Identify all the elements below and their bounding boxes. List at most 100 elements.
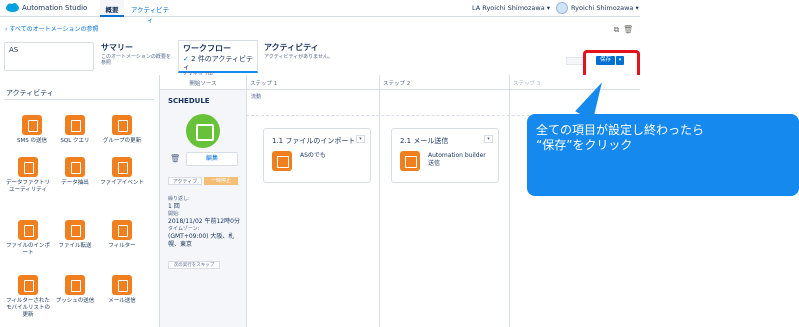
edit-button[interactable]: 編集 — [186, 152, 238, 166]
activity-label: メール送信 — [108, 298, 136, 304]
data-factory-icon — [18, 157, 38, 177]
activity-fire-event[interactable]: ファイアイベント — [98, 157, 146, 187]
workflow-canvas: 開始ソース ステップ 1 ステップ 2 ステップ 3 SCHEDULE 🗑 編集… — [160, 75, 640, 327]
start-value: 2018/11/02 午前12時0分 — [168, 218, 240, 225]
schedule-info: 繰り返し: 1 回 開始: 2018/11/02 午前12時0分 タイムゾーン:… — [168, 196, 246, 249]
app-title: Automation Studio — [22, 4, 88, 12]
step2-activity-card[interactable]: 2.1 メール送信 ▾ Automation builder 送信 — [391, 128, 499, 183]
skip-next-run-button[interactable]: 次の実行をスキップ — [168, 261, 220, 269]
lightning-icon — [112, 157, 132, 177]
push-icon — [65, 275, 85, 295]
workflow-title: ワークフロー — [183, 44, 231, 53]
summary-subtitle: このオートメーションの概要を参照 — [101, 54, 171, 66]
edit-row: 🗑 編集 — [168, 152, 240, 166]
repeat-key: 繰り返し: — [168, 196, 190, 202]
sql-icon — [65, 115, 85, 135]
automation-name-field[interactable]: AS — [4, 42, 94, 71]
workflow-status: ✓ 2 件のアクティビティ — [183, 55, 253, 71]
activity-group-refresh[interactable]: グループの更新 — [98, 115, 146, 145]
trash-icon[interactable]: 🗑 — [170, 154, 180, 163]
top-bar: Automation Studio 概要 アクティビティ LA Ryoichi … — [0, 0, 640, 24]
timezone-value: (GMT+09:00) 大阪、札幌、東京 — [168, 233, 235, 248]
activity-panel-title: アクティビティ — [6, 89, 54, 97]
tab-overview[interactable]: 概要 — [100, 0, 124, 17]
card-text-line2: 送信 — [428, 160, 441, 167]
start-key: 開始: — [168, 211, 180, 217]
activity-label: ファイアイベント — [100, 180, 144, 186]
column-divider — [509, 75, 510, 327]
card-text-line1: Automation builder — [428, 152, 486, 159]
activity-label: ファイルのインポート — [5, 243, 50, 256]
step1-header: ステップ 1 — [246, 75, 379, 90]
column-divider — [379, 75, 380, 327]
file-import-icon — [272, 151, 292, 171]
file-transfer-icon — [65, 220, 85, 240]
calendar-icon[interactable] — [186, 114, 220, 148]
activity-data-extract[interactable]: データ抽出 — [51, 157, 99, 187]
activity-push-send[interactable]: プッシュの送信 — [51, 275, 99, 305]
check-icon: ✓ — [183, 55, 192, 63]
activity-filtered-mobile-list[interactable]: フィルターされたモバイルリストの更新 — [4, 275, 52, 319]
avatar[interactable] — [556, 2, 568, 14]
timezone-key: タイムゾーン: — [168, 226, 200, 232]
instruction-callout: 全ての項目が設定し終わったら “保存”をクリック — [527, 114, 799, 196]
workflow-count: 2 件のアクティビティ — [183, 55, 254, 71]
step3-header: ステップ 3 — [509, 75, 640, 90]
activity-sms[interactable]: SMS の送信 — [8, 115, 56, 145]
step1-subtitle: 流動 — [251, 94, 262, 100]
chevron-down-icon: ▾ — [546, 4, 551, 12]
toggle-active[interactable]: アクティブ — [168, 177, 202, 185]
callout-line1: 全ての項目が設定し終わったら — [536, 123, 705, 137]
divider — [4, 99, 154, 100]
back-link[interactable]: ‹ すべてのオートメーションの参照 — [5, 24, 99, 33]
step1-activity-card[interactable]: 1.1 ファイルのインポート ▾ ASのでも — [263, 128, 371, 183]
workflow-tab[interactable]: ワークフロー ✓ 2 件のアクティビティ 2 ステップ中 — [178, 40, 258, 78]
mobile-list-icon — [18, 275, 38, 295]
summary-tab[interactable]: サマリー このオートメーションの概要を参照 — [97, 40, 175, 73]
file-import-icon — [18, 220, 38, 240]
user-menu[interactable]: Ryoichi Shimozawa ▾ — [571, 4, 639, 12]
toggle-paused[interactable]: 一時停止 — [204, 177, 238, 185]
activity-head-tab[interactable]: アクティビティ アクティビティがありません。 — [260, 40, 340, 73]
salesforce-cloud-icon — [6, 3, 19, 12]
back-link-label: すべてのオートメーションの参照 — [9, 26, 99, 33]
card-title: 2.1 メール送信 — [400, 137, 449, 145]
activity-label: SQL クエリ — [60, 138, 90, 144]
activity-label: プッシュの送信 — [55, 298, 95, 304]
email-icon — [400, 151, 420, 171]
activity-label: フィルターされたモバイルリストの更新 — [5, 298, 50, 318]
step2-header: ステップ 2 — [379, 75, 509, 90]
chevron-down-icon: ▾ — [635, 4, 639, 12]
business-unit-menu[interactable]: LA Ryoichi Shimozawa ▾ — [472, 4, 550, 12]
business-unit-label: LA Ryoichi Shimozawa — [472, 4, 545, 12]
data-extract-icon — [65, 157, 85, 177]
activity-filter[interactable]: フィルター — [98, 220, 146, 250]
chevron-down-icon: ▾ — [359, 136, 362, 142]
activity-sql[interactable]: SQL クエリ — [51, 115, 99, 145]
activity-head-title: アクティビティ — [264, 43, 319, 52]
activity-label: データ抽出 — [61, 180, 89, 186]
callout-line2: “保存”をクリック — [536, 138, 633, 152]
card-title: 1.1 ファイルのインポート — [272, 137, 356, 145]
card-menu-button[interactable]: ▾ — [356, 135, 365, 143]
activity-label: SMS の送信 — [17, 138, 47, 144]
user-name-label: Ryoichi Shimozawa — [571, 4, 634, 12]
activity-email-send[interactable]: メール送信 — [98, 275, 146, 305]
card-text: ASのでも — [300, 152, 326, 159]
filter-icon — [112, 220, 132, 240]
active-toggle[interactable]: アクティブ 一時停止 — [168, 177, 240, 185]
activity-file-transfer[interactable]: ファイル転送 — [51, 220, 99, 250]
activity-file-import[interactable]: ファイルのインポート — [4, 220, 52, 257]
sms-icon — [22, 115, 42, 135]
activity-label: フィルター — [108, 243, 136, 249]
email-icon — [112, 275, 132, 295]
activity-label: グループの更新 — [102, 138, 142, 144]
activity-label: データファクトリユーティリティ — [5, 180, 50, 193]
schedule-source: SCHEDULE 🗑 編集 アクティブ 一時停止 繰り返し: 1 回 開始: 2… — [160, 90, 246, 327]
schedule-title: SCHEDULE — [168, 97, 210, 105]
card-menu-button[interactable]: ▾ — [484, 135, 493, 143]
trash-icon[interactable]: 🗑 — [623, 25, 633, 34]
copy-icon[interactable]: ⧉ — [612, 25, 621, 34]
tab-activity[interactable]: アクティビティ — [128, 0, 172, 24]
activity-data-factory[interactable]: データファクトリユーティリティ — [4, 157, 52, 194]
